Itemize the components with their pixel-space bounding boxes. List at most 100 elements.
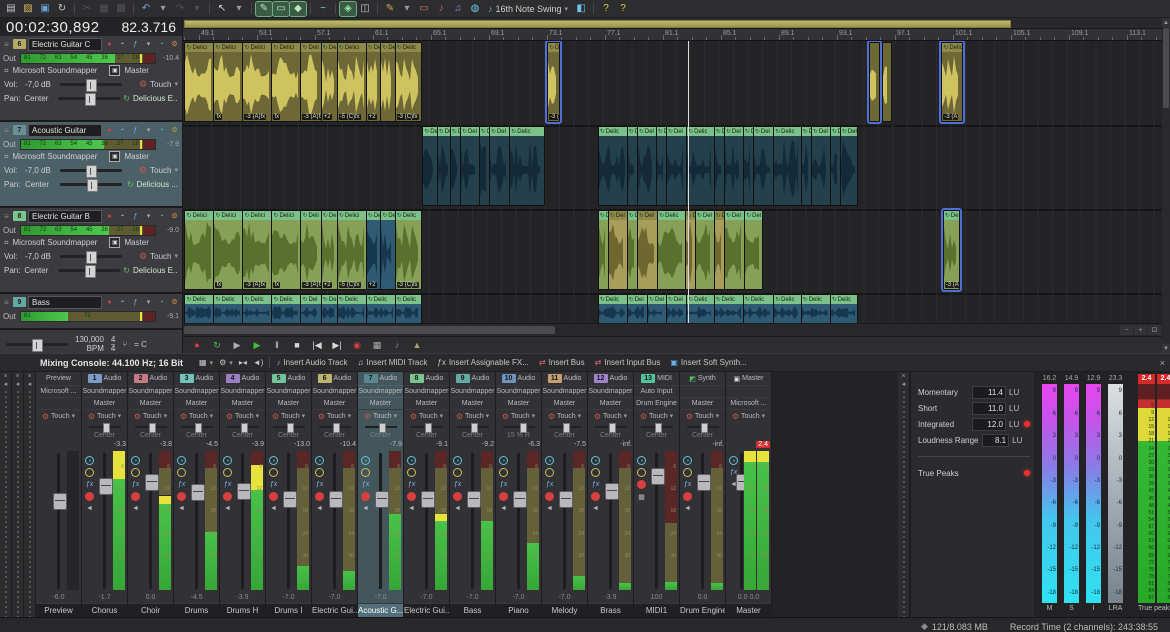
- arm-icon[interactable]: [499, 492, 508, 501]
- step-record-button[interactable]: ▦: [368, 339, 386, 352]
- strip-name[interactable]: Bass: [450, 603, 495, 617]
- metronome-button[interactable]: ▲: [408, 339, 426, 352]
- dock-tab-1[interactable]: ×◂: [0, 372, 12, 617]
- audio-clip[interactable]: ↻Delici-5 (C)fx: [337, 42, 367, 122]
- strip-automation-row[interactable]: ⚙Touch▾: [404, 409, 449, 422]
- refresh-button[interactable]: ↻: [54, 2, 70, 16]
- tempo-slider-knob[interactable]: [32, 339, 43, 352]
- phase-icon[interactable]: ◑: [361, 456, 370, 465]
- whats-this-help-button[interactable]: ?: [598, 2, 614, 16]
- volume-slider-knob[interactable]: [86, 251, 97, 264]
- pan-knob[interactable]: [609, 423, 616, 433]
- solo-icon[interactable]: [545, 468, 554, 477]
- true-peak-clip-value[interactable]: 2.4: [1157, 374, 1170, 384]
- track-fx-caret-icon[interactable]: ▾: [143, 39, 154, 50]
- phase-icon[interactable]: ◑: [177, 456, 186, 465]
- pan-slider[interactable]: [58, 97, 120, 100]
- scroll-down-icon[interactable]: ▼: [1162, 344, 1170, 353]
- track-lane-2[interactable]: ↻De↻De↻D↻Del↻D↻Del↻Delic↻Delic↻D↻Del↻D↻D…: [183, 125, 1162, 211]
- fader-knob[interactable]: [237, 483, 251, 500]
- dock-collapse-icon[interactable]: ◂: [4, 380, 8, 388]
- track-fx-name[interactable]: Delicious E...: [133, 94, 178, 103]
- audio-clip[interactable]: ↻Delicifx: [271, 42, 301, 122]
- track-fx-button[interactable]: ƒ: [130, 211, 141, 222]
- audio-clip[interactable]: ↻Del: [647, 294, 667, 323]
- pan-knob[interactable]: [149, 423, 156, 433]
- channel-strip-bass[interactable]: 9AudioSoundmapperMaster⚙Touch▾Center◑ƒx◄…: [450, 372, 496, 617]
- audio-clip[interactable]: ↻Delic: [271, 294, 301, 323]
- fx-icon[interactable]: ƒx: [545, 480, 554, 489]
- track-mute-button[interactable]: ◓: [117, 125, 128, 136]
- phase-icon[interactable]: ◑: [591, 456, 600, 465]
- channel-strip-choir[interactable]: 2AudioSoundmapperMaster⚙Touch▾Center◑ƒx◄…: [128, 372, 174, 617]
- strip-automation-row[interactable]: ⚙Touch▾: [36, 409, 81, 422]
- audio-clip[interactable]: ↻Del: [637, 210, 658, 290]
- marker-bar[interactable]: [183, 18, 1162, 29]
- audio-clip[interactable]: ↻D-3 (: [547, 42, 560, 122]
- track-lane-4[interactable]: ↻Delic↻Delic↻Delic↻Delic↻Del↻De↻Delic↻De…: [183, 293, 1162, 323]
- fader-knob[interactable]: [467, 491, 481, 508]
- audio-clip[interactable]: ↻Delicifx: [271, 210, 301, 290]
- pre-roll-button[interactable]: ♪: [388, 339, 406, 352]
- project-key[interactable]: = C: [134, 340, 147, 349]
- channel-strip-brass[interactable]: 12AudioSoundmapperMaster⚙Touch▾Center◑ƒx…: [588, 372, 634, 617]
- volume-value[interactable]: -7,0 dB: [25, 252, 57, 261]
- pan-knob[interactable]: [241, 423, 248, 433]
- pan-slider-knob[interactable]: [85, 93, 96, 106]
- insert-audio-track-button[interactable]: ♪Insert Audio Track: [276, 358, 347, 367]
- phase-icon[interactable]: ◑: [453, 456, 462, 465]
- track-freeze-button[interactable]: ◔: [156, 125, 167, 136]
- pause-button[interactable]: ‖: [268, 339, 286, 352]
- audio-clip[interactable]: ↻Del: [811, 126, 831, 206]
- track-mute-button[interactable]: ◓: [117, 297, 128, 308]
- solo-icon[interactable]: [683, 468, 692, 477]
- mute-icon[interactable]: ◄: [591, 504, 600, 513]
- pan-knob[interactable]: [563, 423, 570, 433]
- pointer-tool-caret-button[interactable]: ▾: [231, 2, 247, 16]
- dock-close-icon[interactable]: ×: [27, 373, 31, 380]
- track-name-field[interactable]: Acoustic Guitar: [28, 124, 102, 137]
- fx-icon[interactable]: ƒx: [269, 480, 278, 489]
- strip-pan-slider[interactable]: [82, 422, 127, 431]
- pan-knob[interactable]: [655, 423, 662, 433]
- audio-clip[interactable]: ↻Del: [637, 126, 657, 206]
- phase-icon[interactable]: ◑: [683, 456, 692, 465]
- audio-clip[interactable]: ↻Del: [489, 126, 510, 206]
- dock-collapse-icon[interactable]: ◂: [28, 380, 32, 388]
- strip-pan-slider[interactable]: [680, 422, 725, 431]
- fader-track[interactable]: [195, 453, 198, 589]
- pan-knob[interactable]: [379, 423, 386, 433]
- arm-icon[interactable]: [637, 480, 646, 489]
- fader-knob[interactable]: [283, 491, 297, 508]
- record-into-clip-button[interactable]: ◉: [348, 339, 366, 352]
- solo-icon[interactable]: [85, 468, 94, 477]
- strip-pan-slider[interactable]: [450, 422, 495, 431]
- track-name-field[interactable]: Electric Guitar C: [28, 38, 102, 51]
- strip-automation-row[interactable]: ⚙Touch▾: [634, 409, 679, 422]
- mute-icon[interactable]: ◄: [315, 504, 324, 513]
- track-fx-button[interactable]: ƒ: [130, 39, 141, 50]
- audio-clip[interactable]: ↻Delic: [773, 126, 802, 206]
- audio-clip[interactable]: ↻Delicifx: [213, 42, 243, 122]
- track-name-field[interactable]: Bass: [28, 296, 102, 309]
- arm-icon[interactable]: [453, 492, 462, 501]
- play-button[interactable]: ▶: [248, 339, 266, 352]
- pan-value[interactable]: Center: [24, 94, 55, 103]
- solo-icon[interactable]: [177, 468, 186, 477]
- audio-clip[interactable]: ↻Delic: [714, 294, 744, 323]
- strip-pan-slider[interactable]: [174, 422, 219, 431]
- audio-clip[interactable]: ↻Delic: [773, 294, 802, 323]
- tempo-slider[interactable]: [6, 343, 68, 346]
- volume-slider[interactable]: [60, 169, 122, 172]
- track-gear-button[interactable]: ⚙: [169, 39, 180, 50]
- strip-automation-row[interactable]: ⚙Touch▾: [726, 409, 771, 422]
- fader-knob[interactable]: [375, 491, 389, 508]
- fader-knob[interactable]: [53, 493, 67, 510]
- fader-track[interactable]: [287, 453, 290, 589]
- mixer-nav-button[interactable]: ▸◂: [239, 358, 247, 367]
- volume-slider[interactable]: [60, 255, 122, 258]
- mute-icon[interactable]: ◄: [223, 504, 232, 513]
- fader-knob[interactable]: [697, 474, 711, 491]
- audio-clip[interactable]: ↻Delic: [395, 294, 422, 323]
- strip-pan-slider[interactable]: [496, 422, 541, 431]
